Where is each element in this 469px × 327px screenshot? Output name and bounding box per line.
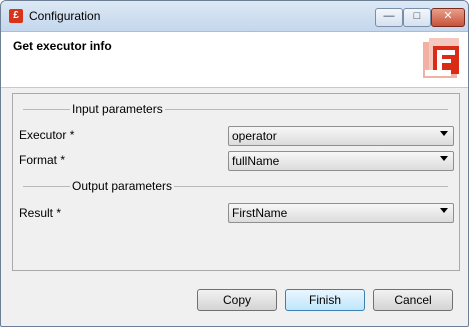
minimize-button[interactable]: — <box>375 8 403 27</box>
dialog-header: Get executor info <box>1 32 468 88</box>
result-label: Result * <box>19 206 62 220</box>
close-button[interactable]: ✕ <box>431 8 465 27</box>
format-label: Format * <box>19 153 66 167</box>
format-select[interactable]: fullName <box>228 151 454 171</box>
minimize-icon: — <box>383 10 395 22</box>
app-logo-icon: £ <box>9 9 23 23</box>
window-title: Configuration <box>29 9 101 23</box>
executor-value: operator <box>232 129 277 143</box>
maximize-button[interactable]: □ <box>403 8 431 27</box>
result-select[interactable]: FirstName <box>228 203 454 223</box>
result-value: FirstName <box>232 206 288 220</box>
output-parameters-title: Output parameters <box>70 179 175 193</box>
parameters-panel: Input parameters Executor * operator For… <box>12 93 460 271</box>
chevron-down-icon <box>440 156 448 161</box>
format-value: fullName <box>232 154 280 168</box>
cancel-button[interactable]: Cancel <box>373 289 453 311</box>
chevron-down-icon <box>440 208 448 213</box>
page-title: Get executor info <box>13 39 112 53</box>
title-bar[interactable]: £ Configuration — □ ✕ <box>1 1 468 32</box>
chevron-down-icon <box>440 131 448 136</box>
close-icon: ✕ <box>443 10 453 22</box>
executor-select[interactable]: operator <box>228 126 454 146</box>
maximize-icon: □ <box>413 10 421 22</box>
finish-button[interactable]: Finish <box>285 289 365 311</box>
configuration-dialog: £ Configuration — □ ✕ Get executor info … <box>0 0 469 327</box>
input-parameters-title: Input parameters <box>70 102 165 116</box>
executor-logo-icon <box>423 38 459 78</box>
copy-button[interactable]: Copy <box>197 289 277 311</box>
executor-label: Executor * <box>19 128 75 142</box>
